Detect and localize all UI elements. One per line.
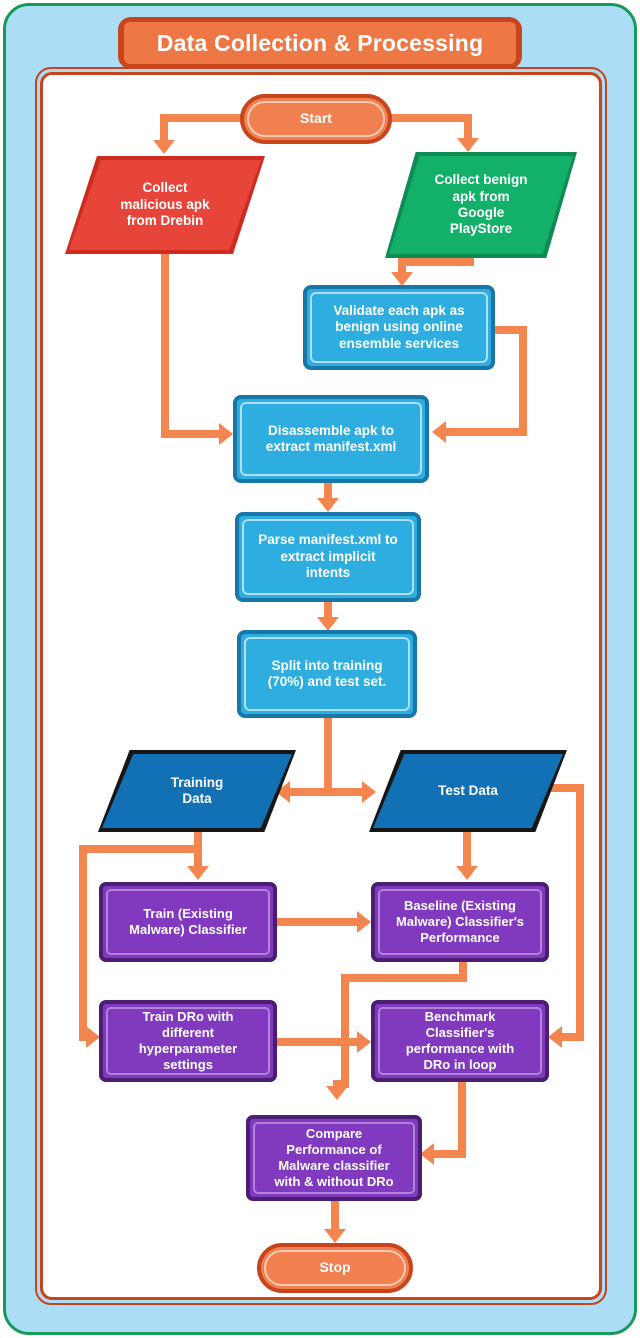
arrowhead-to-baseline bbox=[456, 866, 478, 880]
node-training-data-label: Training Data bbox=[170, 774, 224, 806]
node-collect-benign-label: Collect benign apk from Google PlayStore bbox=[434, 172, 528, 237]
edge-test-to-benchmark-h bbox=[562, 1033, 584, 1041]
edge-split-h bbox=[290, 788, 364, 796]
edge-benchmark-to-compare-h bbox=[434, 1150, 466, 1158]
node-validate-label: Validate each apk as benign using online… bbox=[333, 302, 465, 351]
node-train-existing-label: Train (Existing Malware) Classifier bbox=[129, 906, 247, 937]
edge-train-existing-to-baseline bbox=[277, 918, 361, 926]
diagram-title-bar: Data Collection & Processing bbox=[118, 17, 522, 69]
arrowhead-to-benchmark bbox=[548, 1026, 562, 1048]
edge-test-right-v bbox=[576, 784, 584, 1040]
edge-compare-to-stop bbox=[331, 1201, 339, 1231]
node-train-dro[interactable]: Train DRo with different hyperparameter … bbox=[99, 1000, 277, 1082]
node-collect-benign[interactable]: Collect benign apk from Google PlayStore bbox=[385, 152, 577, 258]
node-test-data-label: Test Data bbox=[438, 782, 498, 798]
arrowhead-to-benign bbox=[457, 138, 479, 152]
edge-training-left-h bbox=[79, 845, 199, 853]
flowchart-canvas: Data Collection & Processing Start Colle… bbox=[0, 0, 640, 1338]
edge-start-to-malicious-h bbox=[160, 114, 244, 122]
node-validate[interactable]: Validate each apk as benign using online… bbox=[303, 285, 495, 370]
node-parse[interactable]: Parse manifest.xml to extract implicit i… bbox=[235, 512, 421, 602]
arrowhead-to-validate bbox=[391, 272, 413, 286]
edge-malicious-down bbox=[161, 250, 169, 438]
arrowhead-to-disassemble-left bbox=[219, 423, 233, 445]
arrowhead-to-disassemble-right bbox=[432, 421, 446, 443]
node-start-label: Start bbox=[300, 110, 332, 127]
arrowhead-to-parse bbox=[317, 498, 339, 512]
node-benchmark[interactable]: Benchmark Classifier's performance with … bbox=[371, 1000, 549, 1082]
page-title: Data Collection & Processing bbox=[156, 29, 484, 56]
node-test-data[interactable]: Test Data bbox=[369, 750, 567, 832]
node-split[interactable]: Split into training (70%) and test set. bbox=[237, 630, 417, 718]
arrowhead-train-to-baseline bbox=[357, 911, 371, 933]
arrowhead-to-train-dro bbox=[86, 1026, 100, 1048]
edge-test-down bbox=[463, 828, 471, 868]
arrowhead-to-compare-right bbox=[420, 1143, 434, 1165]
edge-start-to-benign-h bbox=[388, 114, 472, 122]
edge-benchmark-down bbox=[458, 1082, 466, 1158]
node-collect-malicious-label: Collect malicious apk from Drebin bbox=[120, 180, 210, 229]
edge-start-to-benign-v bbox=[464, 114, 472, 140]
edge-validate-down bbox=[519, 326, 527, 436]
edge-baseline-left-v bbox=[341, 974, 349, 1088]
node-split-label: Split into training (70%) and test set. bbox=[267, 657, 387, 689]
node-compare[interactable]: Compare Performance of Malware classifie… bbox=[246, 1115, 422, 1201]
node-train-dro-label: Train DRo with different hyperparameter … bbox=[138, 1009, 238, 1072]
arrowhead-to-train-existing bbox=[187, 866, 209, 880]
node-benchmark-label: Benchmark Classifier's performance with … bbox=[405, 1009, 515, 1072]
node-training-data[interactable]: Training Data bbox=[98, 750, 296, 832]
node-stop[interactable]: Stop bbox=[257, 1243, 413, 1293]
arrowhead-to-stop bbox=[324, 1229, 346, 1243]
edge-malicious-right bbox=[161, 430, 223, 438]
node-start[interactable]: Start bbox=[240, 94, 392, 144]
edge-split-down bbox=[324, 718, 332, 792]
node-train-existing[interactable]: Train (Existing Malware) Classifier bbox=[99, 882, 277, 962]
node-disassemble[interactable]: Disassemble apk to extract manifest.xml bbox=[233, 395, 429, 483]
edge-start-to-malicious-v bbox=[160, 114, 168, 142]
node-collect-malicious[interactable]: Collect malicious apk from Drebin bbox=[65, 156, 265, 254]
node-baseline-label: Baseline (Existing Malware) Classifier's… bbox=[395, 898, 525, 945]
edge-benign-to-validate-h bbox=[398, 258, 474, 266]
edge-baseline-left-h bbox=[341, 974, 467, 982]
edge-training-left-v bbox=[79, 845, 87, 1040]
node-disassemble-label: Disassemble apk to extract manifest.xml bbox=[265, 422, 397, 454]
arrowhead-dro-to-benchmark bbox=[357, 1031, 371, 1053]
node-parse-label: Parse manifest.xml to extract implicit i… bbox=[258, 532, 398, 581]
edge-validate-back-h bbox=[446, 428, 527, 436]
node-baseline[interactable]: Baseline (Existing Malware) Classifier's… bbox=[371, 882, 549, 962]
node-stop-label: Stop bbox=[319, 1259, 351, 1276]
arrowhead-to-split bbox=[317, 617, 339, 631]
arrowhead-to-malicious bbox=[153, 140, 175, 154]
node-compare-label: Compare Performance of Malware classifie… bbox=[274, 1126, 394, 1189]
arrowhead-to-compare-top bbox=[326, 1086, 348, 1100]
